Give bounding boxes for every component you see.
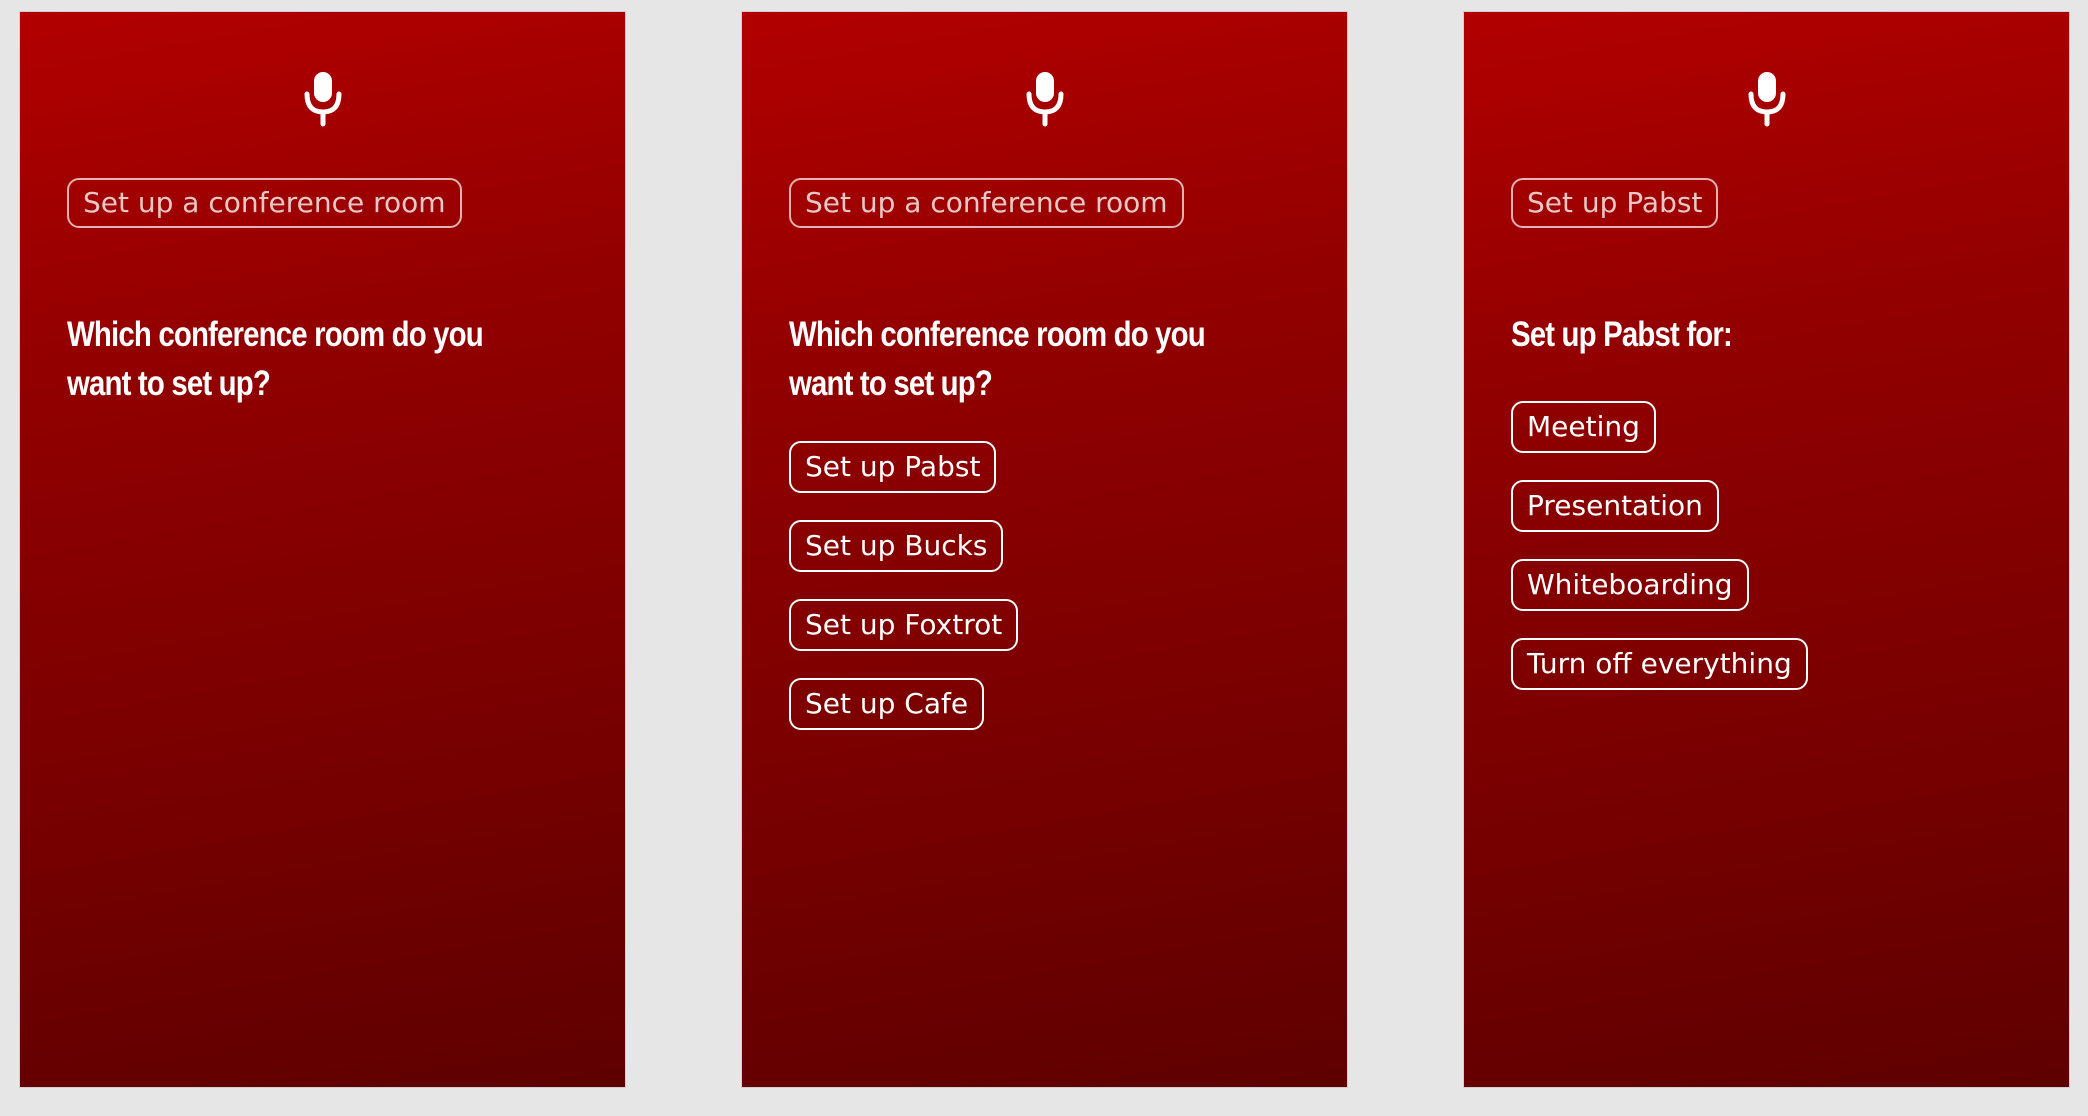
mode-options-list: Meeting Presentation Whiteboarding Turn … (1511, 401, 1808, 717)
user-query-chip: Set up a conference room (789, 178, 1184, 228)
microphone-icon[interactable] (1745, 70, 1789, 128)
option-whiteboarding-button[interactable]: Whiteboarding (1511, 559, 1749, 611)
assistant-screen-1: Set up a conference room Which conferenc… (19, 11, 626, 1088)
assistant-screen-2: Set up a conference room Which conferenc… (741, 11, 1348, 1088)
option-set-up-bucks-button[interactable]: Set up Bucks (789, 520, 1004, 572)
option-set-up-cafe-button[interactable]: Set up Cafe (789, 678, 985, 730)
assistant-prompt-heading: Which conference room do you want to set… (789, 315, 1206, 403)
assistant-prompt-heading: Which conference room do you want to set… (67, 315, 484, 403)
option-set-up-foxtrot-button[interactable]: Set up Foxtrot (789, 599, 1019, 651)
user-query-chip: Set up a conference room (67, 178, 462, 228)
microphone-icon[interactable] (1023, 70, 1067, 128)
option-presentation-button[interactable]: Presentation (1511, 480, 1719, 532)
assistant-screen-3: Set up Pabst Set up Pabst for: Meeting P… (1463, 11, 2070, 1088)
assistant-prompt-heading: Set up Pabst for: (1511, 315, 1733, 354)
option-set-up-pabst-button[interactable]: Set up Pabst (789, 441, 997, 493)
option-meeting-button[interactable]: Meeting (1511, 401, 1656, 453)
user-query-chip: Set up Pabst (1511, 178, 1719, 228)
microphone-icon[interactable] (301, 70, 345, 128)
room-options-list: Set up Pabst Set up Bucks Set up Foxtrot… (789, 441, 1019, 757)
option-turn-off-everything-button[interactable]: Turn off everything (1511, 638, 1808, 690)
